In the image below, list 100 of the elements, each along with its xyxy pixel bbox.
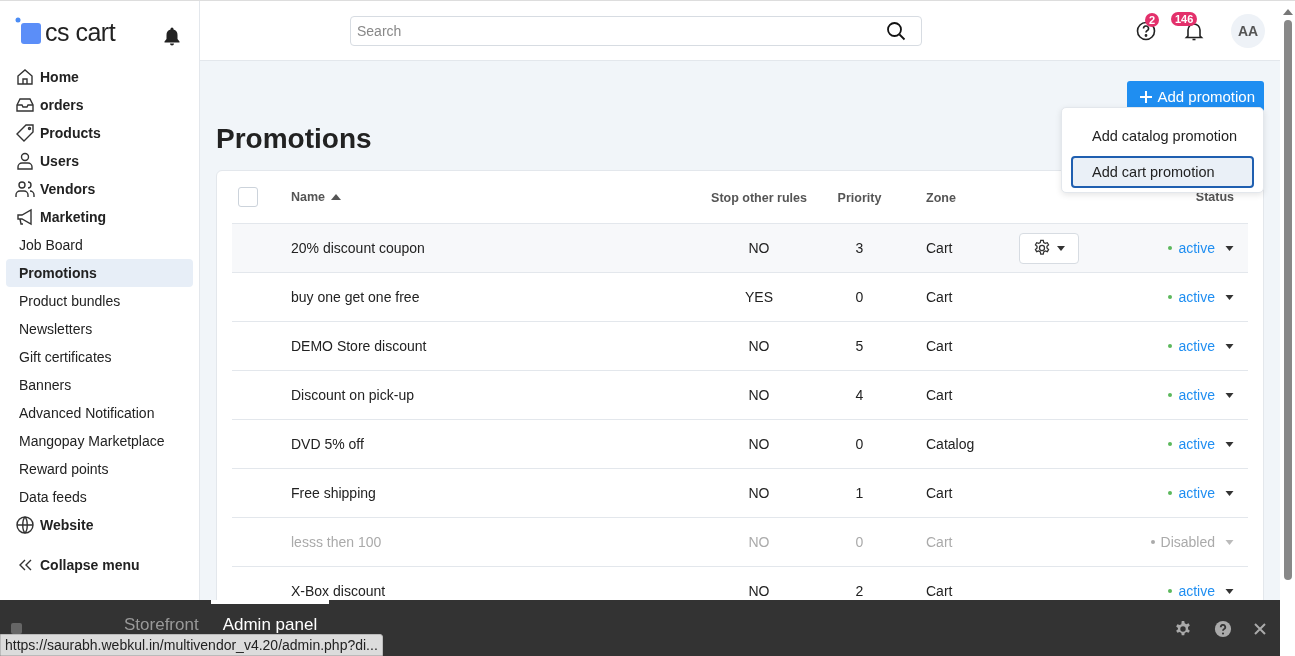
sidebar-item[interactable]: Users — [6, 147, 193, 175]
menu-icon — [15, 95, 35, 115]
logo-icon — [15, 17, 41, 45]
select-all-checkbox[interactable] — [238, 187, 258, 207]
user-avatar[interactable]: AA — [1231, 13, 1265, 48]
table-cell: 1 — [855, 485, 864, 501]
table-cell: NO — [748, 485, 770, 501]
sidebar-item[interactable]: Products — [6, 119, 193, 147]
table-cell: NO — [748, 534, 770, 550]
caret-icon — [1057, 245, 1065, 251]
scroll-up-icon[interactable] — [1282, 9, 1293, 15]
sidebar-item[interactable]: Reward points — [6, 455, 193, 483]
menu-item[interactable]: Add catalog promotion — [1071, 120, 1254, 152]
table-cell: Cart — [926, 289, 953, 305]
sidebar-item[interactable]: Mangopay Marketplace — [6, 427, 193, 455]
sidebar-item[interactable]: Website — [6, 511, 193, 539]
sidebar-item[interactable]: Job Board — [6, 231, 193, 259]
menu-icon — [15, 179, 35, 199]
table-cell: Cart — [926, 338, 953, 354]
table-cell: Cart — [926, 534, 953, 550]
search-field[interactable]: Search — [350, 15, 922, 46]
sidebar-item[interactable]: Gift certificates — [6, 343, 193, 371]
menu-icon — [15, 515, 35, 535]
table-cell: 3 — [855, 240, 864, 256]
table-row[interactable]: 20% discount coupon NO 3 Cart active — [232, 224, 1248, 273]
caret-icon — [1225, 343, 1234, 349]
promotion-name[interactable]: Discount on pick-up — [291, 387, 414, 403]
table-cell: YES — [745, 289, 773, 305]
settings-dropdown-button[interactable] — [1019, 232, 1079, 264]
column-header[interactable]: Name — [291, 190, 326, 204]
promotion-name[interactable]: buy one get one free — [291, 289, 420, 305]
table-cell: 0 — [855, 436, 864, 452]
table-row[interactable]: DVD 5% off NO 0 Catalog active — [232, 420, 1248, 469]
column-header: Zone — [926, 191, 956, 205]
status-dot — [1168, 393, 1173, 397]
column-header: Stop other rules — [711, 191, 807, 205]
caret-icon — [1225, 392, 1234, 398]
table-cell: NO — [748, 583, 770, 599]
table-cell: 4 — [855, 387, 864, 403]
table-row[interactable]: buy one get one free YES 0 Cart active — [232, 273, 1248, 322]
scroll-thumb[interactable] — [1283, 20, 1292, 580]
promotion-name[interactable]: DVD 5% off — [291, 436, 364, 452]
menu-item[interactable]: Add cart promotion — [1071, 156, 1254, 188]
sidebar-item[interactable]: Marketing — [6, 203, 193, 231]
status-dot — [1168, 295, 1173, 299]
status-dot — [1168, 491, 1173, 495]
plus-icon — [1140, 90, 1153, 103]
table-cell: Catalog — [926, 436, 975, 452]
help-badge: 2 — [1145, 12, 1160, 27]
menu-icon — [15, 123, 35, 143]
table-cell: NO — [748, 240, 770, 256]
table-row[interactable]: Free shipping NO 1 Cart active — [232, 469, 1248, 518]
settings-icon — [1033, 239, 1051, 257]
status-dot — [1168, 442, 1173, 446]
table-row[interactable]: DEMO Store discount NO 5 Cart active — [232, 322, 1248, 371]
status-dot — [1168, 589, 1173, 593]
logo-text: cs cart — [45, 20, 116, 45]
table-cell: 0 — [855, 289, 864, 305]
settings-icon[interactable] — [1174, 620, 1192, 638]
caret-icon — [1225, 294, 1234, 300]
sidebar-item[interactable]: orders — [6, 91, 193, 119]
status-dot — [1150, 540, 1155, 544]
caret-icon — [1225, 441, 1234, 447]
caret-icon — [1225, 539, 1234, 545]
menu-icon — [15, 151, 35, 171]
table-cell: Cart — [926, 240, 953, 256]
column-header: Priority — [837, 191, 882, 205]
promotion-name[interactable]: 20% discount coupon — [291, 240, 425, 256]
caret-icon — [1225, 490, 1234, 496]
sidebar-item[interactable]: Data feeds — [6, 483, 193, 511]
sidebar-item[interactable]: Vendors — [6, 175, 193, 203]
sidebar-item[interactable]: Advanced Notification — [6, 399, 193, 427]
status-dot — [1168, 246, 1173, 250]
table-cell: 2 — [855, 583, 864, 599]
sort-up-icon — [331, 194, 342, 200]
sidebar-item[interactable]: Product bundles — [6, 287, 193, 315]
status-url: https://saurabh.webkul.in/multivendor_v4.20/admin.php?di... — [0, 634, 383, 656]
column-header: Status — [1195, 190, 1234, 204]
table-cell: NO — [748, 387, 770, 403]
table-row[interactable]: Discount on pick-up NO 4 Cart active — [232, 371, 1248, 420]
status-dot — [1168, 344, 1173, 348]
collapse-menu-button[interactable]: Collapse menu — [6, 551, 193, 579]
caret-icon — [1225, 588, 1234, 594]
caret-icon — [1225, 245, 1234, 251]
sidebar-item[interactable]: Newsletters — [6, 315, 193, 343]
promotion-name[interactable]: X-Box discount — [291, 583, 386, 599]
logo[interactable]: cs cart — [15, 17, 116, 45]
bell-icon[interactable] — [163, 26, 181, 46]
sidebar-item[interactable]: Promotions — [6, 259, 193, 287]
close-icon[interactable] — [1254, 623, 1266, 635]
promotion-name[interactable]: DEMO Store discount — [291, 338, 427, 354]
panel-tab[interactable]: Storefront — [112, 600, 211, 636]
menu-icon — [15, 207, 35, 227]
table-cell: Cart — [926, 583, 953, 599]
sidebar-item[interactable]: Home — [6, 63, 193, 91]
search-icon[interactable] — [886, 20, 906, 41]
table-cell: NO — [748, 436, 770, 452]
sidebar-item[interactable]: Banners — [6, 371, 193, 399]
table-cell: Cart — [926, 485, 953, 501]
promotion-name[interactable]: Free shipping — [291, 485, 376, 501]
